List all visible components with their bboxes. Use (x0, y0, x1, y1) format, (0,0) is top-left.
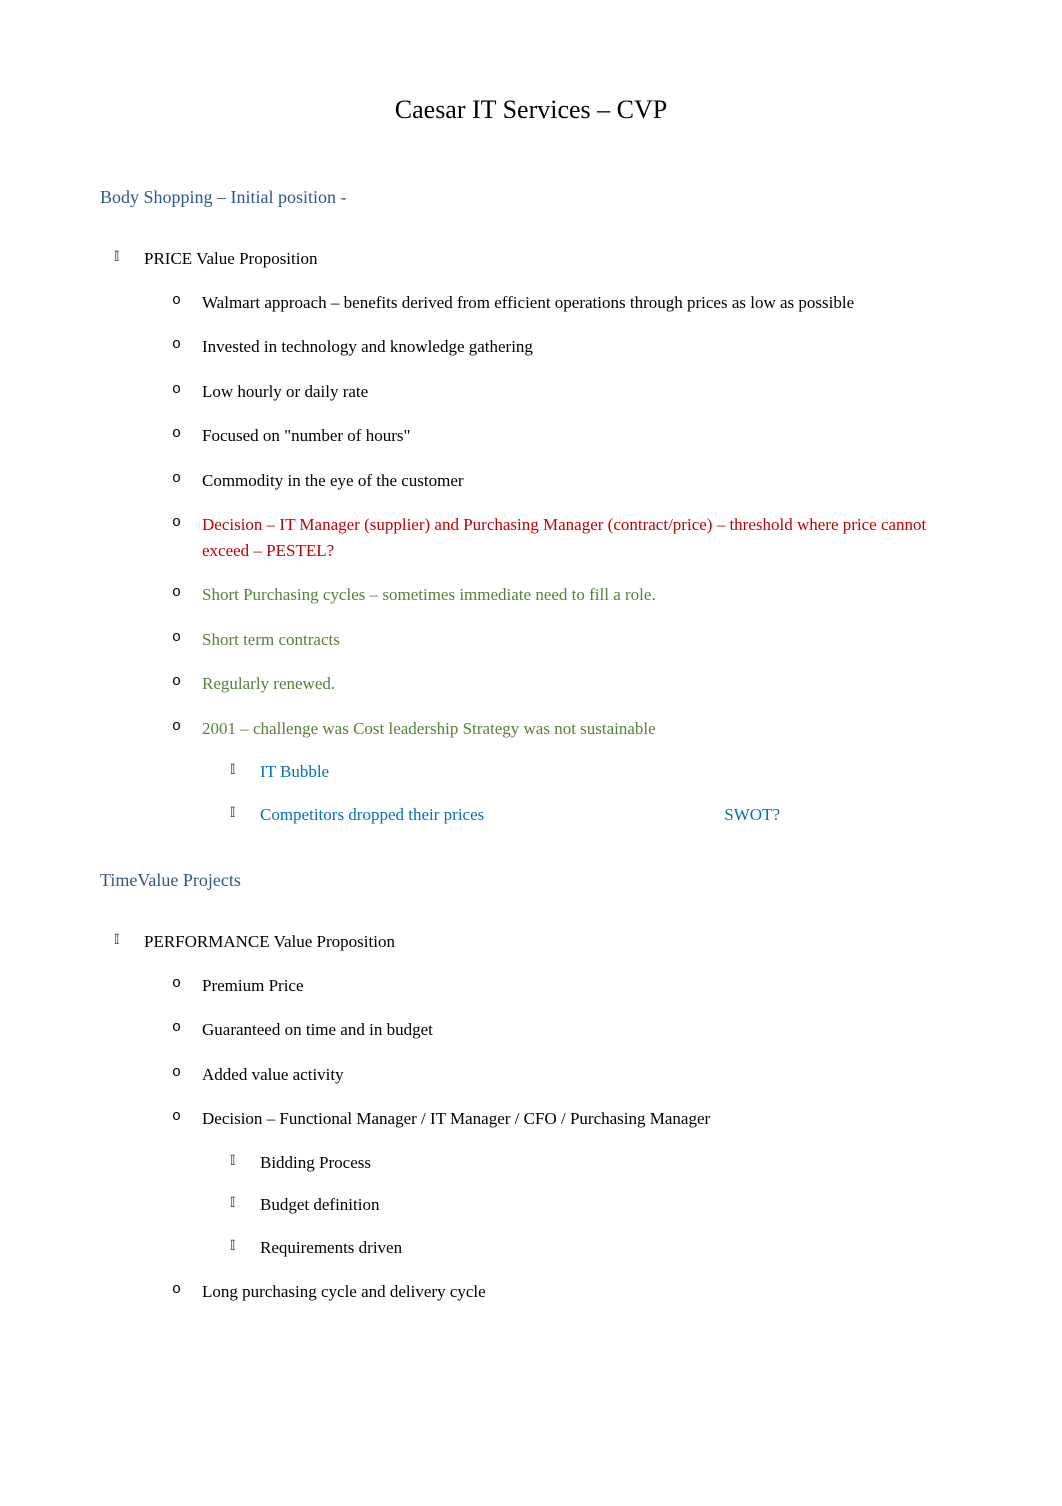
sublist: Walmart approach – benefits derived from… (144, 290, 962, 828)
list-item: Commodity in the eye of the customer (202, 468, 962, 494)
list-item: Bidding Process (260, 1150, 962, 1176)
list-item: Budget definition (260, 1192, 962, 1218)
list-text: Short Purchasing cycles – sometimes imme… (202, 585, 656, 604)
list-item-label: PERFORMANCE Value Proposition (144, 932, 395, 951)
list-text: Commodity in the eye of the customer (202, 471, 464, 490)
list-text: Competitors dropped their prices (260, 802, 484, 828)
list-text: Guaranteed on time and in budget (202, 1020, 433, 1039)
list-item: Decision – Functional Manager / IT Manag… (202, 1106, 962, 1260)
list-item: Added value activity (202, 1062, 962, 1088)
list-item: Requirements driven (260, 1235, 962, 1261)
list-text: Premium Price (202, 976, 304, 995)
section1-list: PRICE Value Proposition Walmart approach… (100, 246, 962, 827)
sublist-level3: Bidding Process Budget definition Requir… (202, 1150, 962, 1261)
list-text: Focused on "number of hours" (202, 426, 410, 445)
list-item: Decision – IT Manager (supplier) and Pur… (202, 512, 962, 563)
swot-label: SWOT? (724, 802, 780, 828)
list-item: Low hourly or daily rate (202, 379, 962, 405)
list-text: Walmart approach – benefits derived from… (202, 293, 854, 312)
section-heading-body-shopping: Body Shopping – Initial position - (100, 184, 962, 211)
list-text: Long purchasing cycle and delivery cycle (202, 1282, 486, 1301)
sublist-level3: IT Bubble Competitors dropped their pric… (202, 759, 962, 827)
list-item: IT Bubble (260, 759, 962, 785)
list-item: Invested in technology and knowledge gat… (202, 334, 962, 360)
list-text: Added value activity (202, 1065, 344, 1084)
list-item: Premium Price (202, 973, 962, 999)
section2-list: PERFORMANCE Value Proposition Premium Pr… (100, 929, 962, 1305)
list-text: Invested in technology and knowledge gat… (202, 337, 533, 356)
list-item-label: PRICE Value Proposition (144, 249, 317, 268)
list-item: PRICE Value Proposition Walmart approach… (144, 246, 962, 827)
list-item: Short Purchasing cycles – sometimes imme… (202, 582, 962, 608)
list-item: 2001 – challenge was Cost leadership Str… (202, 716, 962, 828)
list-text: Requirements driven (260, 1238, 402, 1257)
document-title: Caesar IT Services – CVP (100, 90, 962, 129)
list-text: Budget definition (260, 1195, 379, 1214)
list-item: PERFORMANCE Value Proposition Premium Pr… (144, 929, 962, 1305)
list-text: IT Bubble (260, 762, 329, 781)
section-heading-timevalue: TimeValue Projects (100, 867, 962, 894)
sublist: Premium Price Guaranteed on time and in … (144, 973, 962, 1305)
list-item: Walmart approach – benefits derived from… (202, 290, 962, 316)
list-item: Competitors dropped their prices SWOT? (260, 802, 962, 828)
list-item: Regularly renewed. (202, 671, 962, 697)
list-text: Regularly renewed. (202, 674, 335, 693)
list-text: Bidding Process (260, 1153, 371, 1172)
row-split: Competitors dropped their prices SWOT? (260, 802, 780, 828)
list-text: Short term contracts (202, 630, 340, 649)
list-text: Decision – IT Manager (supplier) and Pur… (202, 515, 926, 560)
list-item: Long purchasing cycle and delivery cycle (202, 1279, 962, 1305)
list-item: Guaranteed on time and in budget (202, 1017, 962, 1043)
list-item: Short term contracts (202, 627, 962, 653)
list-text: Decision – Functional Manager / IT Manag… (202, 1109, 710, 1128)
list-item: Focused on "number of hours" (202, 423, 962, 449)
list-text: Low hourly or daily rate (202, 382, 368, 401)
list-text: 2001 – challenge was Cost leadership Str… (202, 719, 656, 738)
